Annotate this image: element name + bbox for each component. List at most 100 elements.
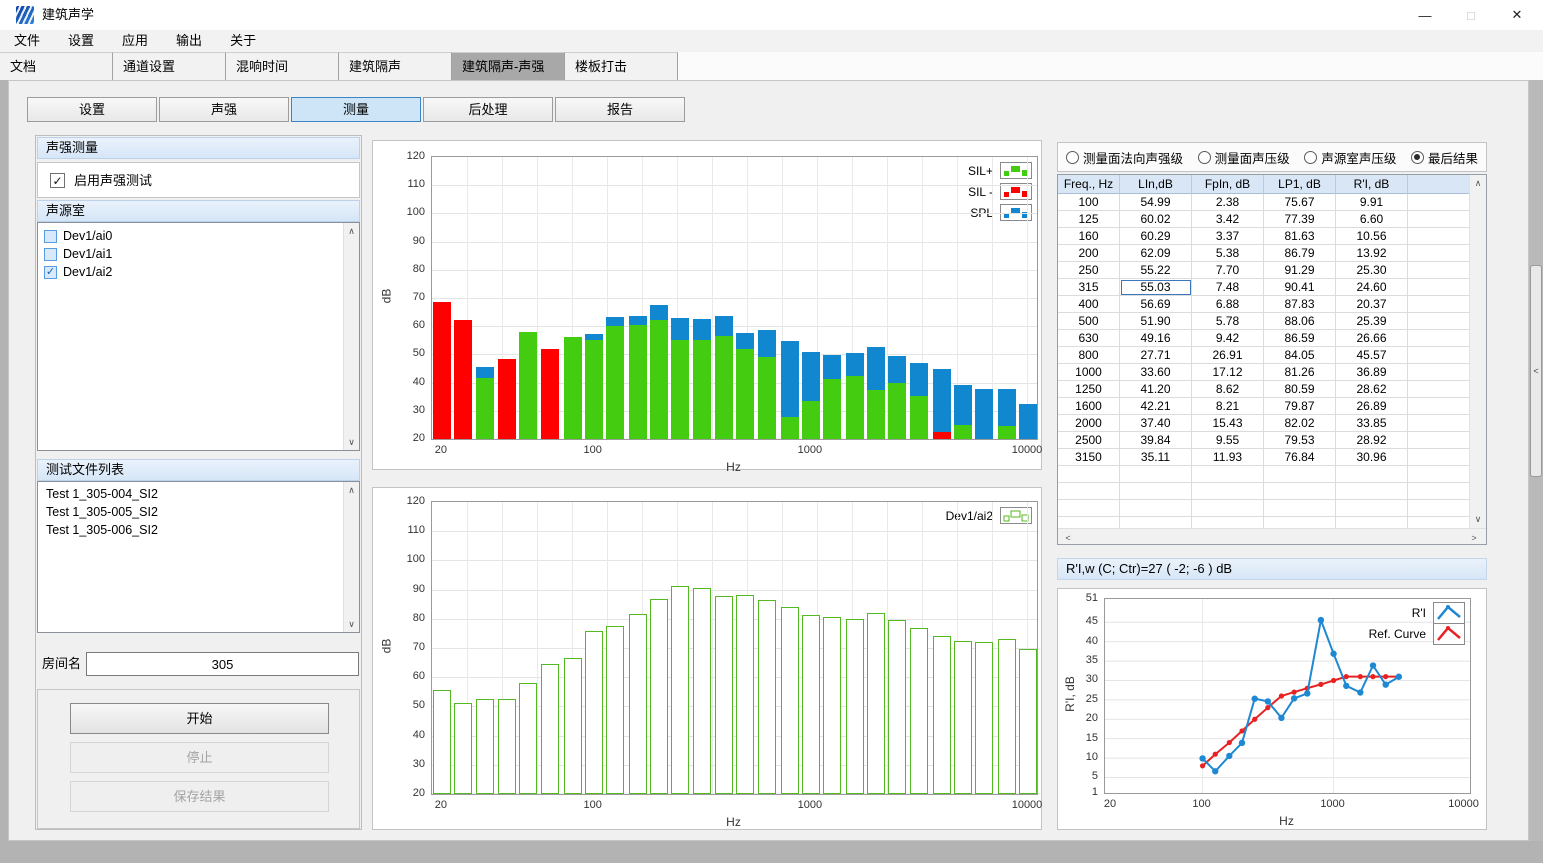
table-cell[interactable]: [1264, 500, 1336, 517]
radio-option-2[interactable]: 测量面声压级: [1198, 148, 1290, 167]
table-cell[interactable]: 54.99: [1120, 194, 1192, 211]
main-tab-1[interactable]: 文档: [0, 52, 113, 80]
table-cell[interactable]: [1408, 211, 1472, 228]
table-cell[interactable]: 60.02: [1120, 211, 1192, 228]
table-cell[interactable]: [1058, 483, 1120, 500]
scroll-left-icon[interactable]: <: [1060, 530, 1076, 545]
table-cell[interactable]: [1408, 398, 1472, 415]
table-cell[interactable]: [1408, 330, 1472, 347]
table-cell[interactable]: [1408, 415, 1472, 432]
table-cell[interactable]: 26.66: [1336, 330, 1408, 347]
table-cell[interactable]: 2000: [1058, 415, 1120, 432]
table-cell[interactable]: 37.40: [1120, 415, 1192, 432]
legend-entry[interactable]: Ref. Curve: [1369, 623, 1465, 644]
table-cell[interactable]: 26.89: [1336, 398, 1408, 415]
main-tab-3[interactable]: 混响时间: [226, 52, 339, 80]
table-cell[interactable]: 9.55: [1192, 432, 1264, 449]
table-cell[interactable]: 200: [1058, 245, 1120, 262]
table-cell[interactable]: 8.21: [1192, 398, 1264, 415]
main-tab-6[interactable]: 楼板打击: [565, 52, 678, 80]
legend-entry[interactable]: R'I: [1412, 602, 1465, 623]
menu-item-3[interactable]: 应用: [108, 30, 162, 52]
table-cell[interactable]: 81.26: [1264, 364, 1336, 381]
list-item[interactable]: Test 1_305-006_SI2: [38, 521, 343, 539]
legend-entry[interactable]: Dev1/ai2: [946, 505, 1032, 526]
table-cell[interactable]: [1408, 364, 1472, 381]
radio-option-3[interactable]: 声源室声压级: [1304, 148, 1396, 167]
scroll-down-icon[interactable]: ∨: [344, 434, 359, 450]
table-cell[interactable]: 800: [1058, 347, 1120, 364]
table-cell[interactable]: 6.60: [1336, 211, 1408, 228]
table-cell[interactable]: 24.60: [1336, 279, 1408, 296]
table-cell[interactable]: [1058, 466, 1120, 483]
table-cell[interactable]: [1120, 500, 1192, 517]
table-cell[interactable]: 2500: [1058, 432, 1120, 449]
menu-item-5[interactable]: 关于: [216, 30, 270, 52]
table-cell[interactable]: 6.88: [1192, 296, 1264, 313]
table-cell[interactable]: 75.67: [1264, 194, 1336, 211]
table-cell[interactable]: [1408, 262, 1472, 279]
table-cell[interactable]: 5.78: [1192, 313, 1264, 330]
table-cell[interactable]: [1408, 381, 1472, 398]
table-vertical-scrollbar[interactable]: ∧∨: [1469, 175, 1486, 528]
table-cell[interactable]: 250: [1058, 262, 1120, 279]
table-cell[interactable]: 25.39: [1336, 313, 1408, 330]
table-cell[interactable]: 11.93: [1192, 449, 1264, 466]
table-cell[interactable]: [1408, 296, 1472, 313]
table-cell[interactable]: 84.05: [1264, 347, 1336, 364]
close-button[interactable]: ✕: [1494, 0, 1540, 30]
menu-item-1[interactable]: 文件: [0, 30, 54, 52]
table-cell[interactable]: 9.42: [1192, 330, 1264, 347]
table-cell[interactable]: 1000: [1058, 364, 1120, 381]
table-cell[interactable]: 20.37: [1336, 296, 1408, 313]
table-cell[interactable]: 2.38: [1192, 194, 1264, 211]
table-cell[interactable]: 7.70: [1192, 262, 1264, 279]
table-cell[interactable]: [1408, 245, 1472, 262]
radio-option-4[interactable]: 最后结果: [1411, 148, 1478, 167]
table-cell[interactable]: 55.22: [1120, 262, 1192, 279]
list-item[interactable]: Test 1_305-005_SI2: [38, 503, 343, 521]
table-cell[interactable]: 33.85: [1336, 415, 1408, 432]
table-cell[interactable]: 62.09: [1120, 245, 1192, 262]
table-cell[interactable]: 8.62: [1192, 381, 1264, 398]
table-cell[interactable]: 55.03: [1120, 279, 1192, 296]
table-cell[interactable]: [1120, 483, 1192, 500]
table-cell[interactable]: 86.79: [1264, 245, 1336, 262]
table-cell[interactable]: 30.96: [1336, 449, 1408, 466]
main-tab-4[interactable]: 建筑隔声: [339, 52, 452, 80]
table-cell[interactable]: 88.06: [1264, 313, 1336, 330]
sub-tab-3[interactable]: 测量: [291, 97, 421, 122]
table-cell[interactable]: 33.60: [1120, 364, 1192, 381]
vertical-scrollbar[interactable]: ∧∨: [343, 223, 359, 450]
table-cell[interactable]: 28.92: [1336, 432, 1408, 449]
table-cell[interactable]: 3.42: [1192, 211, 1264, 228]
table-cell[interactable]: [1408, 347, 1472, 364]
scroll-down-icon[interactable]: ∨: [1470, 511, 1486, 527]
table-cell[interactable]: [1336, 500, 1408, 517]
sub-tab-4[interactable]: 后处理: [423, 97, 553, 122]
table-cell[interactable]: 86.59: [1264, 330, 1336, 347]
table-cell[interactable]: 77.39: [1264, 211, 1336, 228]
table-cell[interactable]: 500: [1058, 313, 1120, 330]
table-cell[interactable]: [1408, 466, 1472, 483]
table-cell[interactable]: 41.20: [1120, 381, 1192, 398]
table-cell[interactable]: 80.59: [1264, 381, 1336, 398]
table-cell[interactable]: [1192, 483, 1264, 500]
checked-checkbox-icon[interactable]: ✓: [44, 266, 57, 279]
table-cell[interactable]: [1408, 449, 1472, 466]
collapse-panel-handle[interactable]: <: [1530, 265, 1542, 477]
table-cell[interactable]: 5.38: [1192, 245, 1264, 262]
table-cell[interactable]: [1264, 483, 1336, 500]
table-cell[interactable]: 51.90: [1120, 313, 1192, 330]
scroll-right-icon[interactable]: >: [1466, 530, 1482, 545]
table-cell[interactable]: 79.53: [1264, 432, 1336, 449]
table-cell[interactable]: 1250: [1058, 381, 1120, 398]
table-cell[interactable]: [1408, 483, 1472, 500]
table-cell[interactable]: 3150: [1058, 449, 1120, 466]
table-cell[interactable]: 13.92: [1336, 245, 1408, 262]
table-cell[interactable]: 160: [1058, 228, 1120, 245]
scroll-up-icon[interactable]: ∧: [344, 223, 359, 239]
table-cell[interactable]: 45.57: [1336, 347, 1408, 364]
enable-intensity-checkbox[interactable]: ✓: [50, 173, 65, 188]
table-cell[interactable]: 7.48: [1192, 279, 1264, 296]
